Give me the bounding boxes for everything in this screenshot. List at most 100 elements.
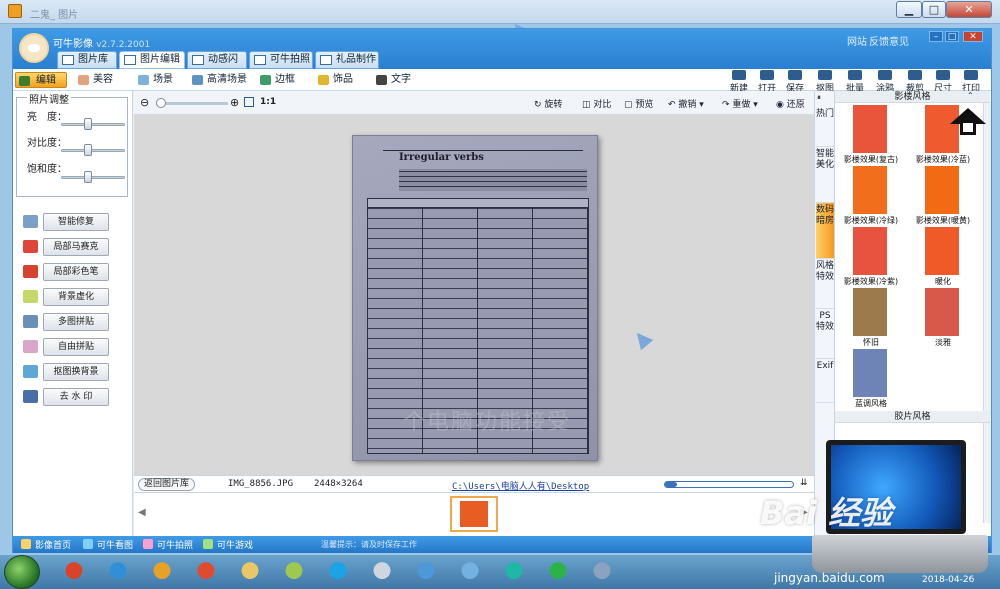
tab-camera[interactable]: 可牛拍照 bbox=[249, 51, 313, 69]
compare-button[interactable]: ◫ 对比 bbox=[582, 97, 611, 110]
doodle-icon bbox=[878, 70, 892, 80]
link-camera[interactable]: 可牛拍照 bbox=[143, 538, 193, 551]
start-button[interactable] bbox=[4, 555, 40, 589]
accessory-icon bbox=[318, 75, 329, 85]
actual-size-button[interactable]: 1:1 bbox=[260, 97, 276, 107]
rotate-button[interactable]: ↻ 旋转 bbox=[534, 97, 562, 110]
effect-thumb-nostalgic[interactable] bbox=[853, 288, 887, 336]
taskbar-app-3[interactable] bbox=[144, 558, 180, 586]
crop-icon bbox=[908, 70, 922, 80]
effect-thumb-warm-yellow[interactable] bbox=[925, 166, 959, 214]
zoom-slider[interactable] bbox=[156, 98, 228, 108]
free-collage-icon bbox=[23, 340, 38, 353]
contrast-knob[interactable] bbox=[84, 144, 92, 156]
subtab-edit[interactable]: 编辑 bbox=[15, 72, 67, 88]
subtab-text[interactable]: 文字 bbox=[373, 72, 411, 88]
app-close-button[interactable]: ✕ bbox=[963, 31, 983, 42]
effect-thumb-warm[interactable] bbox=[925, 227, 959, 275]
link-home[interactable]: 影像首页 bbox=[21, 538, 71, 551]
taskbar-app-11[interactable] bbox=[496, 558, 532, 586]
thumbnail-scroll-thumb[interactable] bbox=[665, 482, 677, 487]
effect-thumb-cool-green[interactable] bbox=[853, 166, 887, 214]
collapse-icon[interactable]: ⏸ bbox=[817, 93, 821, 103]
camera-icon bbox=[254, 55, 266, 65]
effect-thumb-elegant[interactable] bbox=[925, 288, 959, 336]
thumbnail-strip: ◀ ▶ bbox=[134, 493, 814, 536]
undo-button[interactable]: ↶ 撤销 ▾ bbox=[668, 97, 704, 110]
file-path-link[interactable]: C:\Users\电脑人人有\Desktop bbox=[452, 479, 589, 492]
thumbnail-scrollbar[interactable] bbox=[664, 481, 794, 488]
taskbar-app-4[interactable] bbox=[188, 558, 224, 586]
canvas-area[interactable]: Irregular verbs 个电脑功能接受 bbox=[134, 115, 814, 475]
cutout-bg-icon bbox=[23, 365, 38, 378]
taskbar-app-6[interactable] bbox=[276, 558, 312, 586]
color-pen-button[interactable]: 局部彩色笔 bbox=[43, 263, 109, 281]
collage-icon bbox=[23, 315, 38, 328]
taskbar-app-1[interactable] bbox=[56, 558, 92, 586]
smart-fix-button[interactable]: 智能修复 bbox=[43, 213, 109, 231]
tab-photo-edit[interactable]: 图片编辑 bbox=[119, 51, 185, 69]
taskbar-app-9[interactable] bbox=[408, 558, 444, 586]
contrast-slider[interactable] bbox=[61, 144, 125, 156]
taskbar-app-5[interactable] bbox=[232, 558, 268, 586]
vtab-exif[interactable]: Exif bbox=[816, 359, 834, 403]
effect-thumb-retro[interactable] bbox=[853, 105, 887, 153]
preview-button[interactable]: ▢ 预览 bbox=[624, 97, 653, 110]
background-blur-button[interactable]: 背景虚化 bbox=[43, 288, 109, 306]
thumb-prev-icon[interactable]: ◀ bbox=[138, 507, 146, 518]
taskbar-app-10[interactable] bbox=[452, 558, 488, 586]
effect-thumb-blue-tone[interactable] bbox=[853, 349, 887, 397]
taskbar-app-7[interactable] bbox=[320, 558, 356, 586]
link-viewer[interactable]: 可牛看图 bbox=[83, 538, 133, 551]
mosaic-button[interactable]: 局部马赛克 bbox=[43, 238, 109, 256]
saturation-slider[interactable] bbox=[61, 171, 125, 183]
subtab-beauty[interactable]: 美容 bbox=[75, 72, 113, 88]
taskbar-app-2[interactable] bbox=[100, 558, 136, 586]
app-minimize-button[interactable]: – bbox=[929, 31, 943, 42]
tab-animated[interactable]: 动感闪图 bbox=[187, 51, 247, 81]
resize-icon bbox=[936, 70, 950, 80]
zoom-in-icon[interactable]: ⊕ bbox=[230, 96, 239, 109]
saturation-knob[interactable] bbox=[84, 171, 92, 183]
subtab-accessory[interactable]: 饰品 bbox=[315, 72, 353, 88]
maximize-button[interactable]: □ bbox=[922, 1, 946, 18]
thumbnail-item[interactable] bbox=[450, 496, 498, 532]
vtab-ps-effects[interactable]: PS特效 bbox=[816, 309, 834, 359]
zoom-out-icon[interactable]: ⊖ bbox=[140, 96, 149, 109]
vtab-darkroom[interactable]: 数码暗房 bbox=[816, 203, 834, 259]
cutout-icon bbox=[818, 70, 832, 80]
effect-label-elegant: 淡雅 bbox=[935, 338, 951, 347]
restore-button[interactable]: ◉ 还原 bbox=[776, 97, 805, 110]
zoom-knob[interactable] bbox=[156, 98, 166, 108]
taskbar-app-8[interactable] bbox=[364, 558, 400, 586]
expand-arrow-icon[interactable]: ⇊ bbox=[800, 478, 808, 488]
website-link[interactable]: 网站 bbox=[847, 33, 867, 48]
taskbar-app-13[interactable] bbox=[584, 558, 620, 586]
effect-label-cool-green: 影楼效果(冷绿) bbox=[843, 216, 899, 225]
vtab-hot[interactable]: 热门 bbox=[816, 107, 834, 147]
cutout-background-button[interactable]: 抠图换背景 bbox=[43, 363, 109, 381]
redo-button[interactable]: ↷ 重做 ▾ bbox=[722, 97, 758, 110]
brightness-knob[interactable] bbox=[84, 118, 92, 130]
brightness-slider[interactable] bbox=[61, 118, 125, 130]
taskbar-app-12[interactable] bbox=[540, 558, 576, 586]
section-collapse-icon[interactable]: ⌃ bbox=[967, 91, 974, 100]
subtab-scene[interactable]: 场景 bbox=[135, 72, 173, 88]
subtab-frame[interactable]: 边框 bbox=[257, 72, 295, 88]
feedback-link[interactable]: 反馈意见 bbox=[869, 33, 909, 48]
free-collage-button[interactable]: 自由拼贴 bbox=[43, 338, 109, 356]
collage-button[interactable]: 多图拼贴 bbox=[43, 313, 109, 331]
back-to-gallery-button[interactable]: 返回图片库 bbox=[138, 478, 196, 491]
subtab-hd-scene[interactable]: 高清场景 bbox=[189, 72, 247, 88]
app-maximize-button[interactable]: □ bbox=[945, 31, 959, 42]
mosaic-icon bbox=[23, 240, 38, 253]
close-button[interactable]: ✕ bbox=[946, 1, 992, 18]
remove-watermark-button[interactable]: 去 水 印 bbox=[43, 388, 109, 406]
effect-thumb-cool-purple[interactable] bbox=[853, 227, 887, 275]
fit-icon[interactable] bbox=[244, 97, 254, 107]
minimize-button[interactable]: ▁ bbox=[896, 1, 922, 18]
link-games[interactable]: 可牛游戏 bbox=[203, 538, 253, 551]
section-film-style[interactable]: 胶片风格 bbox=[835, 411, 990, 423]
tab-gallery[interactable]: 图片库 bbox=[57, 51, 117, 69]
tab-gift[interactable]: 礼品制作 bbox=[315, 51, 379, 69]
